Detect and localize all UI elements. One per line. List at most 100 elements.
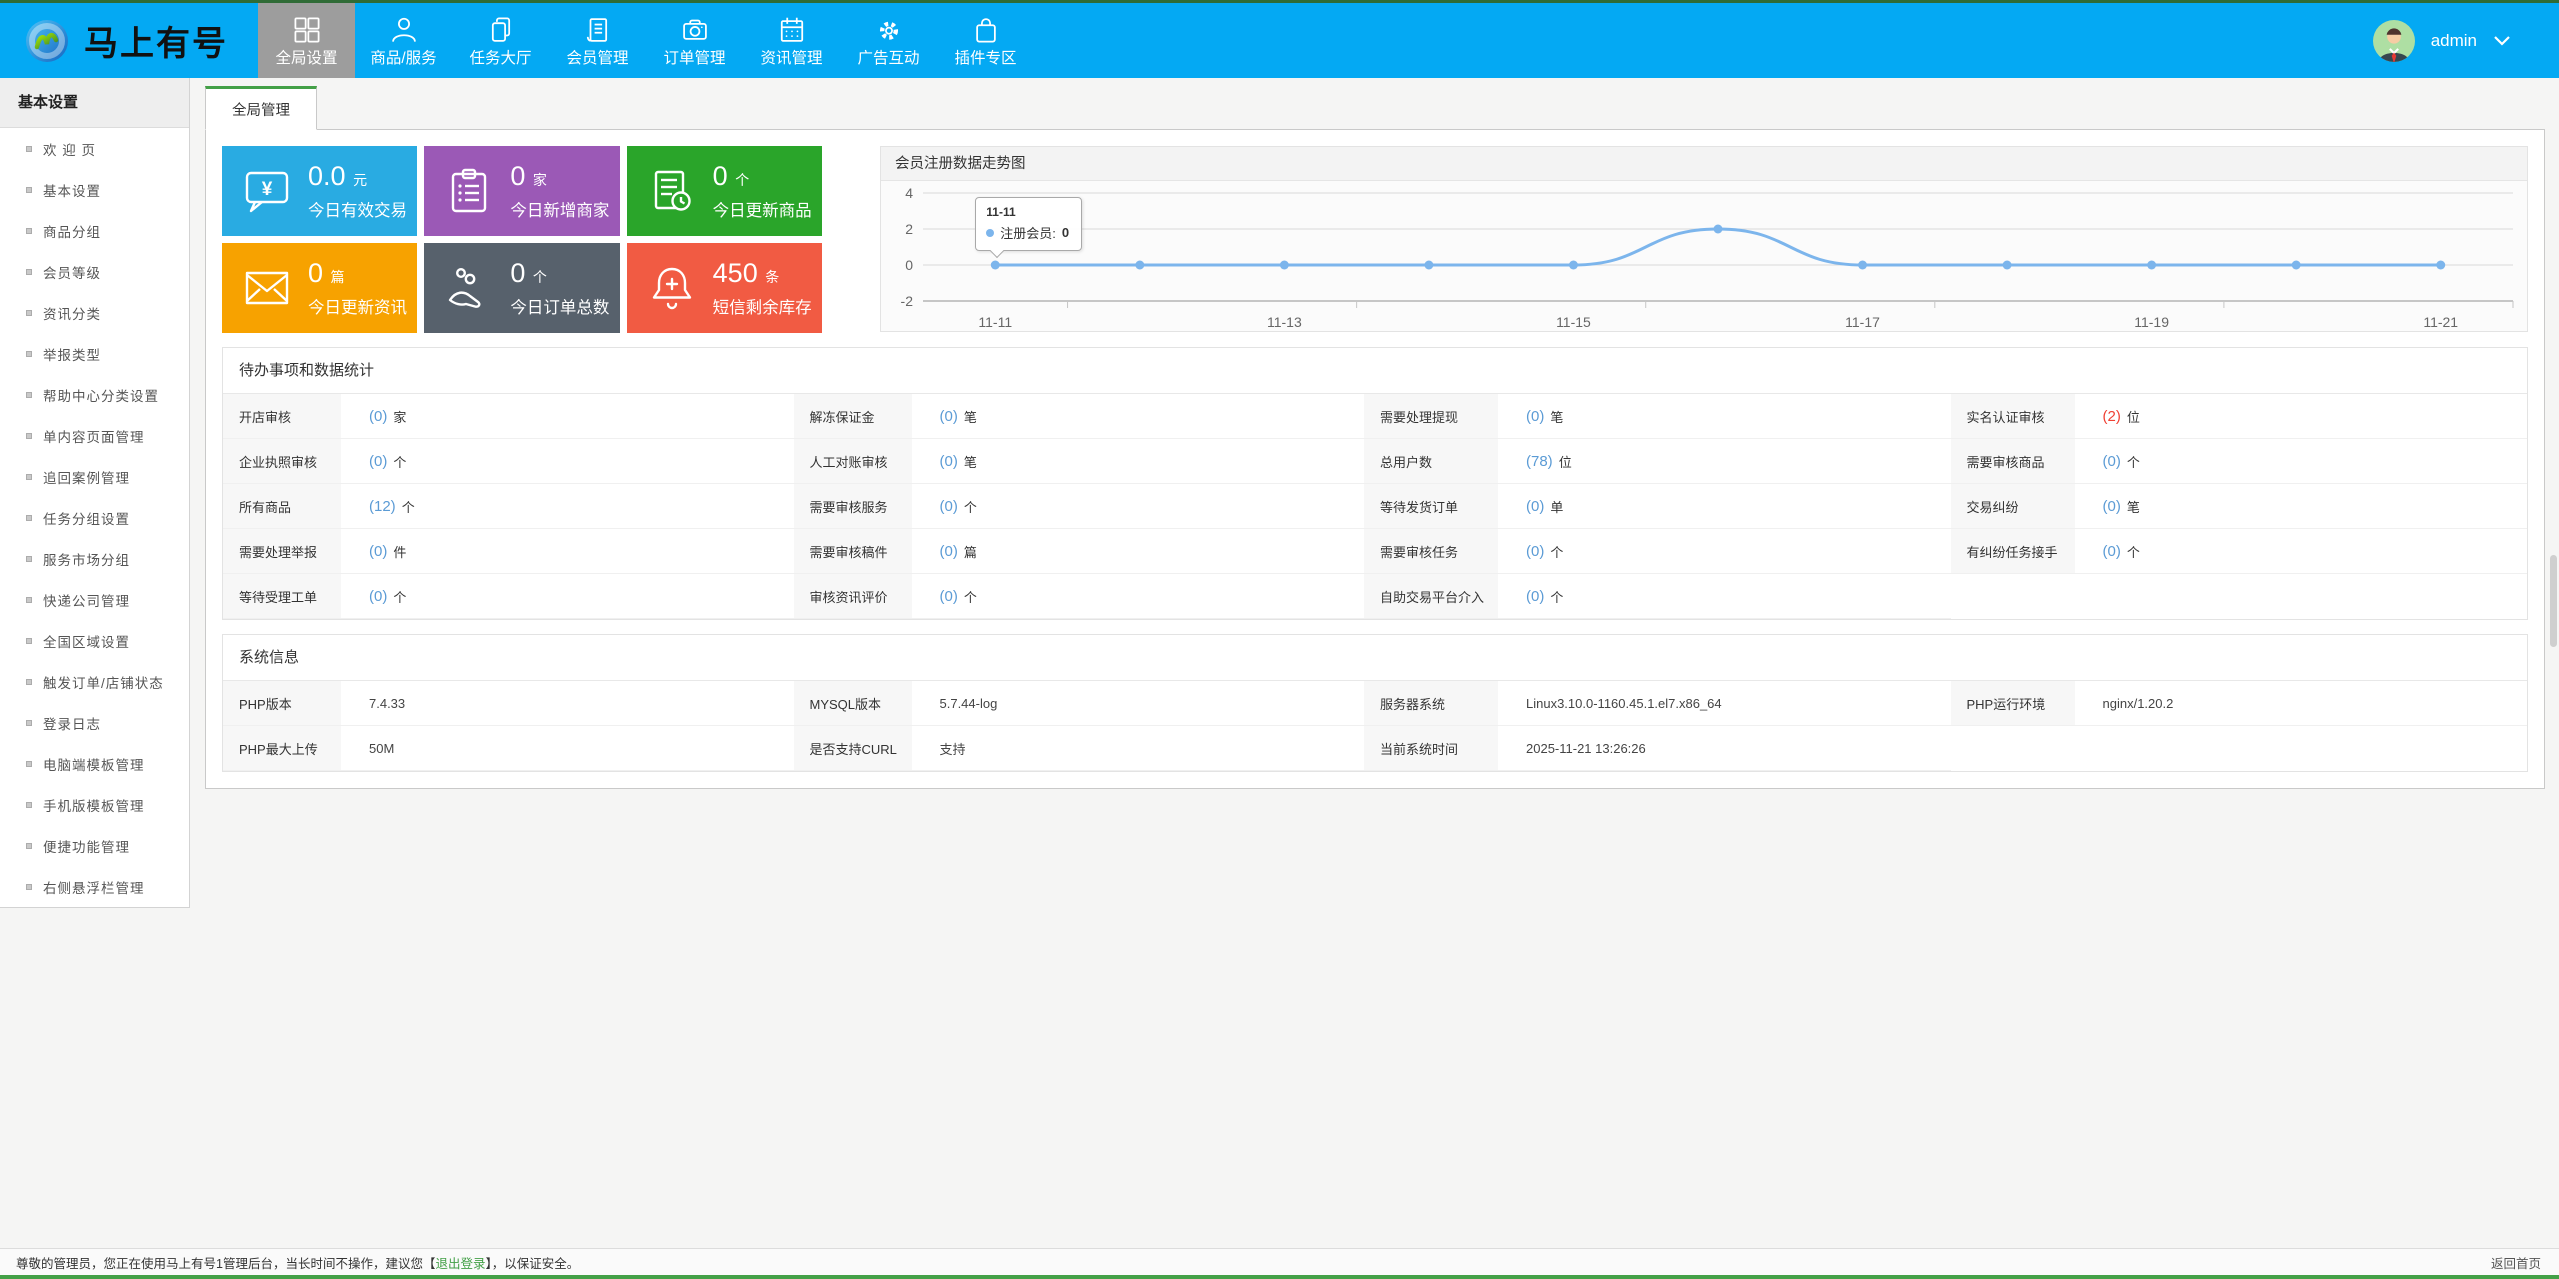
stat-card-updated-products[interactable]: 0 个 今日更新商品 — [626, 146, 822, 236]
sidebar-item-task-groups[interactable]: 任务分组设置 — [0, 497, 189, 538]
todo-value-cell[interactable]: (0) 个 — [911, 484, 1364, 529]
todo-count[interactable]: (0) — [940, 498, 958, 515]
todo-count-alert[interactable]: (2) — [2103, 408, 2121, 425]
todo-value-cell[interactable]: (0) 单 — [1498, 484, 1951, 529]
todo-value-cell[interactable]: (0) 个 — [1498, 574, 1951, 619]
document-list-icon — [583, 15, 613, 45]
sidebar-item-report-types[interactable]: 举报类型 — [0, 333, 189, 374]
todo-value-cell[interactable]: (0) 个 — [341, 574, 794, 619]
system-value-cell: 5.7.44-log — [911, 681, 1364, 726]
stat-card-valid-transactions[interactable]: ¥ 0.0 元 今日有效交易 — [222, 146, 418, 236]
sidebar-item-trigger-order-shop-status[interactable]: 触发订单/店铺状态 — [0, 661, 189, 702]
todo-label-cell: 等待受理工单 — [223, 574, 341, 619]
todo-value-cell[interactable]: (0) 家 — [341, 394, 794, 439]
todo-count[interactable]: (0) — [940, 453, 958, 470]
todo-count[interactable]: (0) — [1526, 408, 1544, 425]
system-info-section: 系统信息 PHP版本 7.4.33 MYSQL版本 5.7.44-log 服务器… — [222, 634, 2528, 772]
stat-card-text: 0.0 元 今日有效交易 — [308, 161, 407, 221]
sidebar-item-single-page-management[interactable]: 单内容页面管理 — [0, 415, 189, 456]
sidebar-item-login-logs[interactable]: 登录日志 — [0, 702, 189, 743]
sidebar-item-right-float-bar[interactable]: 右侧悬浮栏管理 — [0, 866, 189, 907]
todo-value-cell[interactable]: (0) 个 — [341, 439, 794, 484]
todo-value-cell[interactable]: (0) 个 — [2074, 529, 2527, 574]
todo-value-cell[interactable]: (12) 个 — [341, 484, 794, 529]
stat-value: 0 个 — [712, 161, 750, 191]
todo-value-cell[interactable]: (0) 笔 — [911, 394, 1364, 439]
todo-count[interactable]: (0) — [940, 588, 958, 605]
todo-count[interactable]: (0) — [2103, 543, 2121, 560]
hand-coins-icon — [444, 263, 494, 313]
todo-value-cell[interactable]: (0) 个 — [911, 574, 1364, 619]
square-bullet-icon — [26, 514, 32, 521]
sidebar-item-product-groups[interactable]: 商品分组 — [0, 210, 189, 251]
sidebar-title: 基本设置 — [0, 78, 189, 128]
todo-value-cell[interactable]: (78) 位 — [1498, 439, 1951, 484]
logout-link[interactable]: 退出登录 — [435, 1253, 485, 1272]
todo-count[interactable]: (0) — [2103, 453, 2121, 470]
svg-text:¥: ¥ — [262, 179, 273, 200]
todo-count[interactable]: (0) — [1526, 588, 1544, 605]
todo-count[interactable]: (0) — [2103, 498, 2121, 515]
todo-value-cell[interactable]: (0) 个 — [1498, 529, 1951, 574]
sidebar-item-member-levels[interactable]: 会员等级 — [0, 251, 189, 292]
app-logo[interactable]: 马上有号 — [0, 3, 258, 78]
todo-count[interactable]: (0) — [369, 408, 387, 425]
sidebar-item-service-market-groups[interactable]: 服务市场分组 — [0, 538, 189, 579]
nav-item-member-management[interactable]: 会员管理 — [549, 3, 646, 78]
sidebar-item-basic-settings[interactable]: 基本设置 — [0, 169, 189, 210]
nav-item-products-services[interactable]: 商品/服务 — [355, 3, 452, 78]
nav-item-ad-interaction[interactable]: 广告互动 — [840, 3, 937, 78]
sidebar-item-pc-template[interactable]: 电脑端模板管理 — [0, 743, 189, 784]
vertical-scrollbar[interactable] — [2550, 555, 2557, 647]
sidebar-item-welcome[interactable]: 欢 迎 页 — [0, 128, 189, 169]
square-bullet-icon — [26, 145, 32, 152]
square-bullet-icon — [26, 596, 32, 603]
svg-text:-2: -2 — [901, 293, 914, 309]
todo-label-cell: 审核资讯评价 — [793, 574, 912, 619]
sidebar-item-recovery-cases[interactable]: 追回案例管理 — [0, 456, 189, 497]
todo-section-title: 待办事项和数据统计 — [223, 348, 2527, 394]
todo-label-cell: 需要审核任务 — [1364, 529, 1498, 574]
todo-count[interactable]: (0) — [369, 543, 387, 560]
stat-card-new-merchants[interactable]: 0 家 今日新增商家 — [424, 146, 620, 236]
sidebar-item-region-settings[interactable]: 全国区域设置 — [0, 620, 189, 661]
todo-count[interactable]: (0) — [1526, 498, 1544, 515]
todo-value-cell[interactable]: (0) 个 — [2074, 439, 2527, 484]
nav-item-task-hall[interactable]: 任务大厅 — [452, 3, 549, 78]
todo-unit: 篇 — [963, 544, 977, 560]
todo-count[interactable]: (78) — [1526, 453, 1553, 470]
todo-value-cell[interactable]: (0) 笔 — [911, 439, 1364, 484]
todo-value-cell[interactable]: (0) 笔 — [2074, 484, 2527, 529]
nav-item-order-management[interactable]: 订单管理 — [646, 3, 743, 78]
todo-count[interactable]: (0) — [369, 453, 387, 470]
todo-count[interactable]: (0) — [940, 408, 958, 425]
todo-count[interactable]: (0) — [369, 588, 387, 605]
nav-item-news-management[interactable]: 资讯管理 — [743, 3, 840, 78]
user-menu[interactable]: admin — [2372, 3, 2559, 78]
todo-label-cell: 自助交易平台介入 — [1364, 574, 1498, 619]
stat-card-total-orders[interactable]: 0 个 今日订单总数 — [424, 243, 620, 333]
stat-cards: ¥ 0.0 元 今日有效交易 0 家 今日新增商家 0 个 今日更新商品 0 篇… — [222, 146, 822, 333]
todo-count[interactable]: (0) — [940, 543, 958, 560]
todo-count[interactable]: (0) — [1526, 543, 1544, 560]
back-to-home-link[interactable]: 返回首页 — [2491, 1253, 2541, 1272]
sidebar-item-help-center-categories[interactable]: 帮助中心分类设置 — [0, 374, 189, 415]
sidebar-item-express-companies[interactable]: 快递公司管理 — [0, 579, 189, 620]
sidebar-item-news-categories[interactable]: 资讯分类 — [0, 292, 189, 333]
todo-value-cell[interactable]: (2) 位 — [2074, 394, 2527, 439]
square-bullet-icon — [26, 719, 32, 726]
sidebar-item-mobile-template[interactable]: 手机版模板管理 — [0, 784, 189, 825]
todo-value-cell[interactable]: (0) 件 — [341, 529, 794, 574]
nav-item-global-settings[interactable]: 全局设置 — [258, 3, 355, 78]
todo-value-cell[interactable]: (0) 篇 — [911, 529, 1364, 574]
stat-card-sms-stock[interactable]: 450 条 短信剩余库存 — [626, 243, 822, 333]
todo-value-cell[interactable]: (0) 笔 — [1498, 394, 1951, 439]
tooltip-date: 11-11 — [986, 205, 1016, 219]
nav-item-plugin-zone[interactable]: 插件专区 — [937, 3, 1034, 78]
svg-text:2: 2 — [905, 221, 913, 237]
sidebar-item-quick-functions[interactable]: 便捷功能管理 — [0, 825, 189, 866]
todo-count[interactable]: (12) — [369, 498, 396, 515]
stat-card-updated-news[interactable]: 0 篇 今日更新资讯 — [222, 243, 418, 333]
stat-value: 0.0 元 — [308, 161, 368, 191]
tab-global-management[interactable]: 全局管理 — [205, 86, 317, 130]
